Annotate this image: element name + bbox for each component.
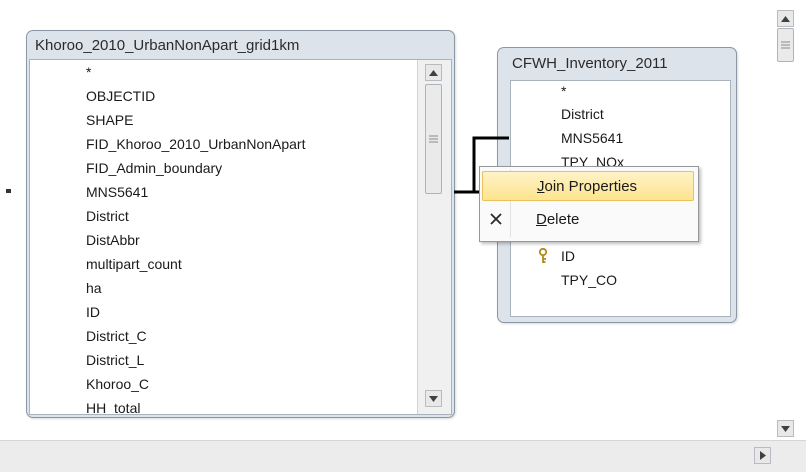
field-item[interactable]: * <box>561 81 566 102</box>
field-item[interactable]: FID_Admin_boundary <box>86 157 222 179</box>
triangle-down-icon <box>429 395 438 402</box>
field-item[interactable]: ID <box>86 301 100 323</box>
field-item[interactable]: District_C <box>86 325 147 347</box>
triangle-up-icon <box>429 69 438 76</box>
field-item[interactable]: ha <box>86 277 102 299</box>
scroll-down-button[interactable] <box>777 420 794 437</box>
field-item[interactable]: MNS5641 <box>561 127 623 149</box>
field-list[interactable]: * OBJECTID SHAPE FID_Khoroo_2010_UrbanNo… <box>29 59 452 415</box>
delete-x-icon <box>489 212 503 229</box>
menu-item-label: Join Properties <box>537 178 638 195</box>
canvas-horizontal-scrollbar[interactable] <box>0 440 806 472</box>
field-item[interactable]: multipart_count <box>86 253 182 275</box>
field-item[interactable]: DistAbbr <box>86 229 140 251</box>
key-icon <box>537 247 551 264</box>
field-item[interactable]: District <box>561 103 604 125</box>
field-item[interactable]: FID_Khoroo_2010_UrbanNonApart <box>86 133 305 155</box>
menu-item-label: Delete <box>536 211 580 228</box>
scroll-up-button[interactable] <box>425 64 442 81</box>
menu-item-join-properties[interactable]: Join Properties <box>482 171 694 201</box>
field-item[interactable]: TPY_CO <box>561 269 617 291</box>
canvas-vertical-scrollbar[interactable] <box>760 0 806 440</box>
scroll-thumb[interactable] <box>777 28 794 62</box>
field-item[interactable]: District <box>86 205 129 227</box>
size-grip[interactable] <box>778 447 798 465</box>
grip-icon <box>781 41 790 49</box>
scroll-right-button[interactable] <box>754 447 771 464</box>
field-item-key[interactable]: ID <box>561 245 575 267</box>
scroll-thumb[interactable] <box>425 84 442 194</box>
table-title[interactable]: Khoroo_2010_UrbanNonApart_grid1km <box>35 37 299 54</box>
context-menu[interactable]: Join Properties Delete <box>479 166 699 242</box>
left-edge-marker <box>6 189 11 193</box>
field-item[interactable]: * <box>86 61 91 83</box>
scroll-down-button[interactable] <box>425 390 442 407</box>
field-list-scrollbar[interactable] <box>417 60 451 414</box>
field-item[interactable]: Khoroo_C <box>86 373 149 395</box>
table-window-khoroo[interactable]: Khoroo_2010_UrbanNonApart_grid1km * OBJE… <box>26 30 455 418</box>
scroll-up-button[interactable] <box>777 10 794 27</box>
menu-item-delete[interactable]: Delete <box>482 205 694 235</box>
field-item[interactable]: SHAPE <box>86 109 133 131</box>
triangle-up-icon <box>781 15 790 22</box>
field-item[interactable]: MNS5641 <box>86 181 148 203</box>
field-item[interactable]: HH_total <box>86 397 140 414</box>
query-design-canvas[interactable]: Khoroo_2010_UrbanNonApart_grid1km * OBJE… <box>0 0 806 472</box>
table-title[interactable]: CFWH_Inventory_2011 <box>512 55 668 72</box>
field-item[interactable]: District_L <box>86 349 144 371</box>
triangle-right-icon <box>759 451 766 460</box>
triangle-down-icon <box>781 425 790 432</box>
field-item[interactable]: OBJECTID <box>86 85 155 107</box>
grip-icon <box>429 135 438 143</box>
